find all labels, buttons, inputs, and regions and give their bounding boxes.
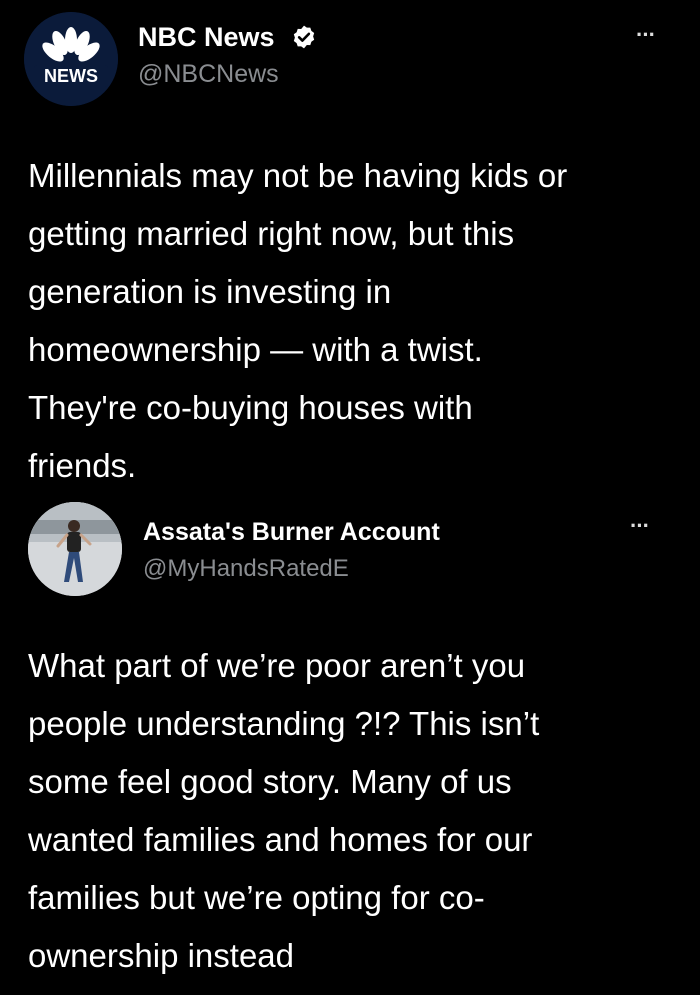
tweet-nbc-news[interactable]: NEWS NBC News @NBCNews ··· Millennials m…: [0, 0, 700, 495]
tweet-text-line: ownership instead: [28, 937, 294, 974]
tweet-text-line: Millennials may not be having kids or: [28, 157, 568, 194]
tweet-text-line: What part of we’re poor aren’t you: [28, 647, 526, 684]
handle[interactable]: @NBCNews: [138, 60, 279, 89]
handle[interactable]: @MyHandsRatedE: [143, 555, 349, 583]
tweet-text: What part of we’re poor aren’t you peopl…: [28, 637, 678, 985]
nbc-peacock-logo-icon: NEWS: [24, 12, 118, 106]
tweet-text-line: some feel good story. Many of us: [28, 763, 512, 800]
tweet-text-line: They're co-buying houses with: [28, 389, 473, 426]
avatar[interactable]: NEWS: [24, 12, 118, 106]
tweet-text-line: families but we’re opting for co-: [28, 879, 485, 916]
tweet-text-line: friends.: [28, 447, 137, 484]
tweet-text-line: wanted families and homes for our: [28, 821, 533, 858]
tweet-text-line: homeownership — with a twist.: [28, 331, 483, 368]
more-options-icon[interactable]: ···: [636, 22, 656, 48]
display-name[interactable]: Assata's Burner Account: [143, 518, 440, 547]
tweet-text-line: getting married right now, but this: [28, 215, 515, 252]
avatar-label: NEWS: [44, 66, 98, 86]
more-options-icon[interactable]: ···: [630, 513, 650, 539]
tweet-text-line: generation is investing in: [28, 273, 392, 310]
display-name[interactable]: NBC News: [138, 22, 275, 53]
tweet-text-line: people understanding ?!? This isn’t: [28, 705, 540, 742]
verified-badge-icon: [293, 25, 315, 49]
tweet-text: Millennials may not be having kids or ge…: [28, 147, 678, 495]
avatar[interactable]: [28, 502, 122, 596]
profile-photo-icon: [28, 502, 122, 596]
